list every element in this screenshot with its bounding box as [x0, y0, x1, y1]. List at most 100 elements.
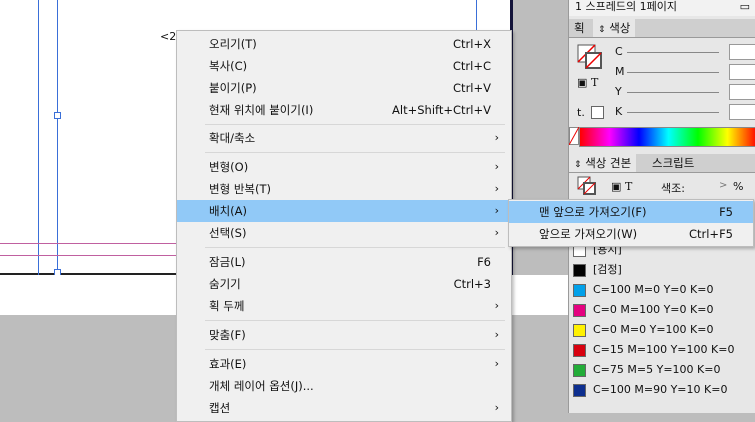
menu-item-select[interactable]: 선택(S) › — [177, 222, 511, 244]
menu-item-arrange[interactable]: 배치(A) › — [177, 200, 511, 222]
slider-label-k: K — [615, 105, 623, 118]
menu-item-label: 배치(A) — [209, 204, 247, 218]
menu-item-stroke-weight[interactable]: 획 두께 › — [177, 295, 511, 317]
menu-item-label: 선택(S) — [209, 226, 247, 240]
menu-item-label: 숨기기 — [209, 277, 241, 291]
value-field-k[interactable] — [729, 104, 755, 120]
color-spectrum-ramp[interactable] — [579, 127, 755, 147]
none-color-icon[interactable] — [568, 126, 580, 146]
guide-horizontal-margin — [0, 255, 176, 256]
swatch-chip — [573, 264, 586, 277]
white-swatch-icon[interactable] — [591, 106, 604, 119]
submenu-arrow-icon: › — [494, 299, 499, 312]
menu-item-transform[interactable]: 변형(O) › — [177, 156, 511, 178]
menu-separator — [205, 152, 505, 153]
tab-label: 스크립트 — [652, 156, 695, 170]
page-status: 1 스프레드의 1페이지 ▭ — [569, 0, 755, 16]
menu-item-paste[interactable]: 붙이기(P) Ctrl+V — [177, 77, 511, 99]
tint-label: 색조: — [661, 182, 685, 195]
tab-toggle-icon: ⇕ — [598, 25, 606, 35]
swatch-chip — [573, 324, 586, 337]
menu-item-shortcut: Ctrl+X — [453, 37, 491, 51]
menu-item-paste-in-place[interactable]: 현재 위치에 붙이기(I) Alt+Shift+Ctrl+V — [177, 99, 511, 121]
menu-separator — [205, 247, 505, 248]
menu-item-label: 효과(E) — [209, 357, 247, 371]
tab-color[interactable]: ⇕ 색상 — [593, 19, 636, 37]
swatch-item-yellow[interactable]: C=0 M=0 Y=100 K=0 — [569, 320, 755, 340]
swatch-container-icon[interactable]: ▣ — [611, 180, 621, 193]
menu-item-label: 붙이기(P) — [209, 81, 257, 95]
menu-item-captions[interactable]: 캡션 › — [177, 397, 511, 419]
menu-item-label: 캡션 — [209, 401, 231, 415]
menu-separator — [205, 349, 505, 350]
swatch-item-black[interactable]: [검정] — [569, 260, 755, 280]
swatch-item-red[interactable]: C=15 M=100 Y=100 K=0 — [569, 340, 755, 360]
tab-swatches[interactable]: ⇕ 색상 견본 — [569, 154, 637, 172]
tab-label: 획 — [574, 21, 585, 35]
submenu-arrow-icon: › — [494, 226, 499, 239]
menu-item-bring-forward[interactable]: 앞으로 가져오기(W) Ctrl+F5 — [509, 223, 753, 245]
menu-item-label: 변형(O) — [209, 160, 249, 174]
submenu-arrow-icon: › — [494, 131, 499, 144]
slider-y[interactable] — [627, 92, 719, 93]
tint-dropdown-icon[interactable]: > — [719, 180, 727, 191]
swatch-item-magenta[interactable]: C=0 M=100 Y=0 K=0 — [569, 300, 755, 320]
fill-stroke-icon[interactable] — [577, 44, 603, 70]
swatch-item-cyan[interactable]: C=100 M=0 Y=0 K=0 — [569, 280, 755, 300]
swatch-name: [검정] — [593, 263, 622, 276]
tab-label: 색상 — [609, 21, 631, 35]
value-field-c[interactable] — [729, 44, 755, 60]
none-swatch-icon[interactable]: t. — [577, 106, 585, 119]
value-field-y[interactable] — [729, 84, 755, 100]
menu-item-shortcut: Ctrl+V — [453, 81, 491, 95]
menu-item-label: 복사(C) — [209, 59, 248, 73]
tint-unit: % — [733, 180, 744, 193]
frame-handle-middle[interactable] — [54, 112, 61, 119]
menu-item-lock[interactable]: 잠금(L) F6 — [177, 251, 511, 273]
menu-item-copy[interactable]: 복사(C) Ctrl+C — [177, 55, 511, 77]
menu-item-hide[interactable]: 숨기기 Ctrl+3 — [177, 273, 511, 295]
menu-item-shortcut: Ctrl+F5 — [688, 227, 733, 241]
menu-item-effects[interactable]: 효과(E) › — [177, 353, 511, 375]
guide-vertical-left — [38, 0, 39, 275]
menu-item-object-layer-options[interactable]: 개체 레이어 옵션(J)... — [177, 375, 511, 397]
menu-item-cut[interactable]: 오리기(T) Ctrl+X — [177, 33, 511, 55]
menu-item-label: 오리기(T) — [209, 37, 257, 51]
menu-separator — [205, 124, 505, 125]
page-status-text: 1 스프레드의 1페이지 — [575, 0, 677, 13]
swatch-text-icon[interactable]: T — [625, 180, 632, 193]
tab-scripts[interactable]: 스크립트 — [647, 154, 699, 172]
swatch-item-blue[interactable]: C=100 M=90 Y=10 K=0 — [569, 380, 755, 400]
swatch-item-green[interactable]: C=75 M=5 Y=100 K=0 — [569, 360, 755, 380]
submenu-arrow-icon: › — [494, 204, 499, 217]
swatch-name: C=100 M=0 Y=0 K=0 — [593, 283, 714, 296]
container-format-icon[interactable]: ▣ — [577, 76, 587, 89]
menu-item-fitting[interactable]: 맞춤(F) › — [177, 324, 511, 346]
tab-stroke[interactable]: 획 — [569, 19, 590, 37]
menu-item-zoom[interactable]: 확대/축소 › — [177, 127, 511, 149]
arrange-submenu[interactable]: 맨 앞으로 가져오기(F) F5 앞으로 가져오기(W) Ctrl+F5 — [508, 199, 754, 247]
swatch-name: C=100 M=90 Y=10 K=0 — [593, 383, 728, 396]
slider-k[interactable] — [627, 112, 719, 113]
slider-label-y: Y — [615, 85, 622, 98]
color-panel-tabs: 획 ⇕ 색상 — [569, 19, 755, 38]
value-field-m[interactable] — [729, 64, 755, 80]
text-format-icon[interactable]: T — [591, 76, 598, 89]
submenu-arrow-icon: › — [494, 160, 499, 173]
menu-item-label: 확대/축소 — [209, 131, 256, 145]
menu-item-transform-again[interactable]: 변형 반복(T) › — [177, 178, 511, 200]
menu-item-label: 앞으로 가져오기(W) — [539, 227, 638, 241]
menu-item-shortcut: Ctrl+C — [452, 59, 491, 73]
menu-item-bring-to-front[interactable]: 맨 앞으로 가져오기(F) F5 — [509, 201, 753, 223]
context-menu[interactable]: 오리기(T) Ctrl+X 복사(C) Ctrl+C 붙이기(P) Ctrl+V… — [176, 30, 512, 422]
swatch-name: C=75 M=5 Y=100 K=0 — [593, 363, 721, 376]
menu-item-label: 개체 레이어 옵션(J)... — [209, 379, 314, 393]
swatch-chip — [573, 304, 586, 317]
pages-panel-icon[interactable]: ▭ — [740, 0, 750, 14]
swatch-chip — [573, 284, 586, 297]
slider-c[interactable] — [627, 52, 719, 53]
swatch-fill-stroke-icon[interactable] — [577, 176, 597, 196]
slider-label-c: C — [615, 45, 623, 58]
guide-vertical-frame-edge — [57, 0, 58, 275]
slider-m[interactable] — [627, 72, 719, 73]
